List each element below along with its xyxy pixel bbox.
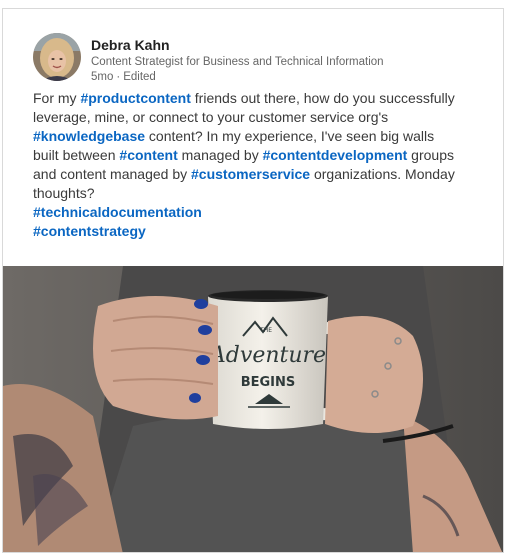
author-name[interactable]: Debra Kahn (91, 37, 170, 53)
mug-text-bottom: BEGINS (241, 375, 296, 390)
author-headline: Content Strategist for Business and Tech… (91, 56, 384, 68)
body-text-4: managed by (177, 147, 263, 163)
avatar[interactable] (33, 33, 81, 81)
hashtag-customerservice[interactable]: #customerservice (191, 166, 310, 182)
body-text-1: For my (33, 90, 81, 106)
post-image[interactable]: THE Adventure BEGINS (3, 266, 503, 552)
hashtag-knowledgebase[interactable]: #knowledgebase (33, 128, 145, 144)
hashtag-technicaldocumentation[interactable]: #technicaldocumentation (33, 203, 463, 222)
post-body: For my #productcontent friends out there… (33, 89, 463, 241)
edited-label: Edited (123, 71, 156, 83)
mug-text-small: THE (259, 327, 272, 334)
post-card: Debra Kahn Content Strategist for Busine… (2, 8, 504, 553)
meta-separator: · (116, 71, 121, 83)
post-meta: 5mo · Edited (91, 71, 156, 83)
hashtag-productcontent[interactable]: #productcontent (80, 90, 190, 106)
post-time: 5mo (91, 71, 114, 83)
hashtag-content[interactable]: #content (119, 147, 177, 163)
post-header: Debra Kahn Content Strategist for Busine… (33, 31, 493, 87)
hashtag-contentstrategy[interactable]: #contentstrategy (33, 222, 463, 241)
hashtag-contentdevelopment[interactable]: #contentdevelopment (263, 147, 408, 163)
mug-text-script: Adventure (208, 343, 326, 368)
